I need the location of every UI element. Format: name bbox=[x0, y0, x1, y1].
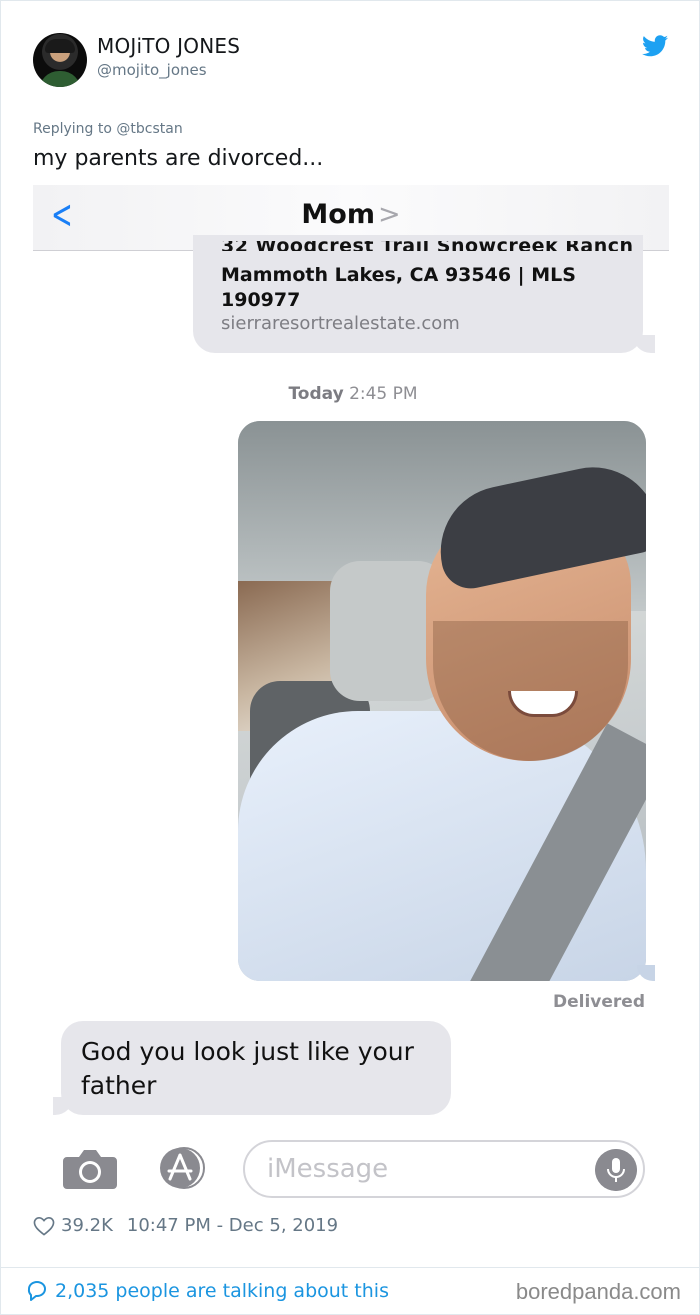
contact-title[interactable]: Mom > bbox=[33, 199, 669, 230]
address-cut-line: 32 Woodcrest Trail Snowcreek Ranch bbox=[221, 241, 634, 251]
author-name[interactable]: MOJiTO JONES bbox=[97, 34, 240, 58]
like-count[interactable]: 39.2K bbox=[61, 1215, 113, 1236]
tweet-stats: 39.2K 10:47 PM - Dec 5, 2019 bbox=[33, 1215, 338, 1236]
imessage-screenshot[interactable]: < Mom> 32 Woodcrest Trail Snowcreek Ranc… bbox=[33, 185, 669, 1205]
bubble-tail bbox=[633, 335, 655, 353]
incoming-message-bubble[interactable]: God you look just like your father bbox=[61, 1021, 451, 1115]
microphone-icon[interactable] bbox=[595, 1149, 637, 1191]
timestamp-day: Today bbox=[288, 384, 344, 404]
imessage-input[interactable]: iMessage bbox=[243, 1140, 645, 1198]
camera-icon[interactable] bbox=[63, 1147, 117, 1189]
heart-icon[interactable] bbox=[33, 1216, 55, 1236]
footer-divider bbox=[1, 1267, 700, 1268]
chevron-right-icon: > bbox=[377, 199, 401, 230]
delivered-status: Delivered bbox=[553, 992, 645, 1012]
incoming-bubble-tail bbox=[53, 1097, 73, 1115]
link-text[interactable]: sierraresortrealestate.com bbox=[221, 313, 460, 334]
avatar-cap bbox=[45, 39, 75, 53]
comment-bubble-icon bbox=[27, 1281, 46, 1301]
timestamp-time: 2:45 PM bbox=[349, 384, 418, 404]
imessage-placeholder: iMessage bbox=[267, 1154, 389, 1184]
avatar-shirt bbox=[39, 71, 81, 87]
tweet-text: my parents are divorced... bbox=[33, 146, 324, 171]
contact-name: Mom bbox=[301, 199, 375, 230]
message-timestamp: Today 2:45 PM bbox=[33, 384, 669, 404]
boredpanda-watermark: boredpanda.com bbox=[515, 1279, 681, 1304]
selfie-photo[interactable] bbox=[238, 421, 646, 981]
app-store-icon[interactable] bbox=[153, 1147, 213, 1189]
conversation-link[interactable]: 2,035 people are talking about this bbox=[25, 1279, 389, 1303]
talking-text: 2,035 people are talking about this bbox=[55, 1280, 389, 1302]
tweet-timestamp[interactable]: 10:47 PM - Dec 5, 2019 bbox=[127, 1215, 338, 1236]
author-avatar[interactable] bbox=[33, 33, 87, 87]
tweet-card: MOJiTO JONES @mojito_jones Replying to @… bbox=[0, 0, 700, 1315]
twitter-bird-icon[interactable] bbox=[642, 35, 668, 57]
address-text: Mammoth Lakes, CA 93546 | MLS 190977 bbox=[221, 264, 576, 311]
replying-to[interactable]: Replying to @tbcstan bbox=[33, 121, 183, 137]
author-handle[interactable]: @mojito_jones bbox=[97, 61, 207, 79]
